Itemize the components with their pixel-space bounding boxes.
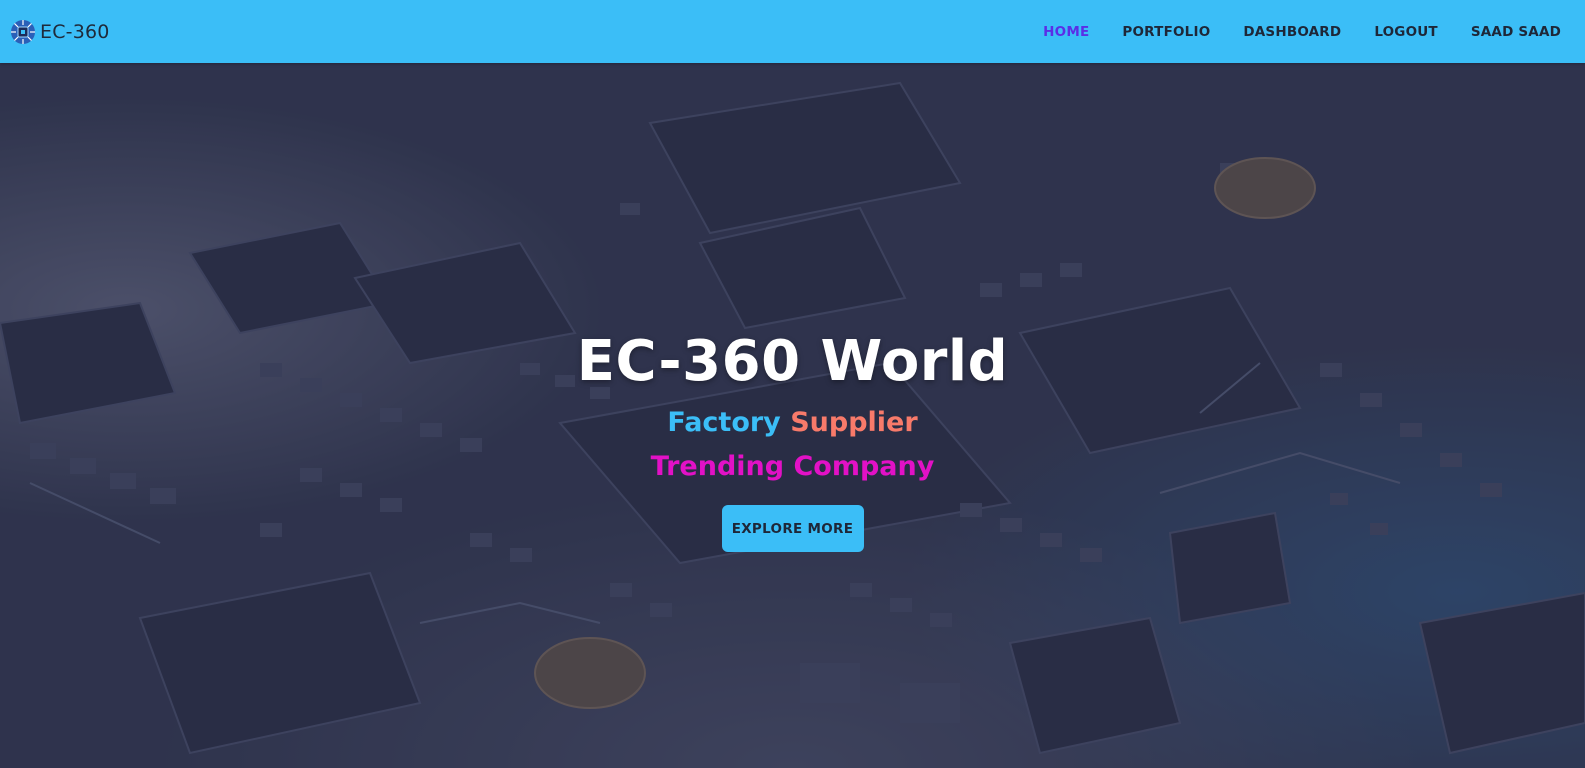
hero-subtitle: Factory Supplier [667,404,917,442]
nav-home-link[interactable]: HOME [1043,24,1089,40]
hero-subtitle-trending: Trending Company [650,451,935,482]
subtitle-supplier: Supplier [790,407,918,438]
hero-content: EC-360 World Factory Supplier Trending C… [0,328,1585,552]
nav-dashboard-link[interactable]: DASHBOARD [1243,24,1341,40]
nav-portfolio-link[interactable]: PORTFOLIO [1122,24,1210,40]
brand-name: EC-360 [40,20,110,43]
nav-logout-link[interactable]: LOGOUT [1374,24,1438,40]
chip-icon [11,19,35,44]
nav-user-link[interactable]: SAAD SAAD [1471,24,1561,40]
top-navbar: EC-360 HOME PORTFOLIO DASHBOARD LOGOUT S… [0,0,1585,63]
subtitle-factory: Factory [667,407,781,438]
nav-links: HOME PORTFOLIO DASHBOARD LOGOUT SAAD SAA… [1043,24,1561,40]
hero-title: EC-360 World [576,329,1009,394]
explore-more-button[interactable]: EXPLORE MORE [721,505,864,552]
brand[interactable]: EC-360 [10,19,110,45]
hero-section: EC-360 World Factory Supplier Trending C… [0,63,1585,768]
